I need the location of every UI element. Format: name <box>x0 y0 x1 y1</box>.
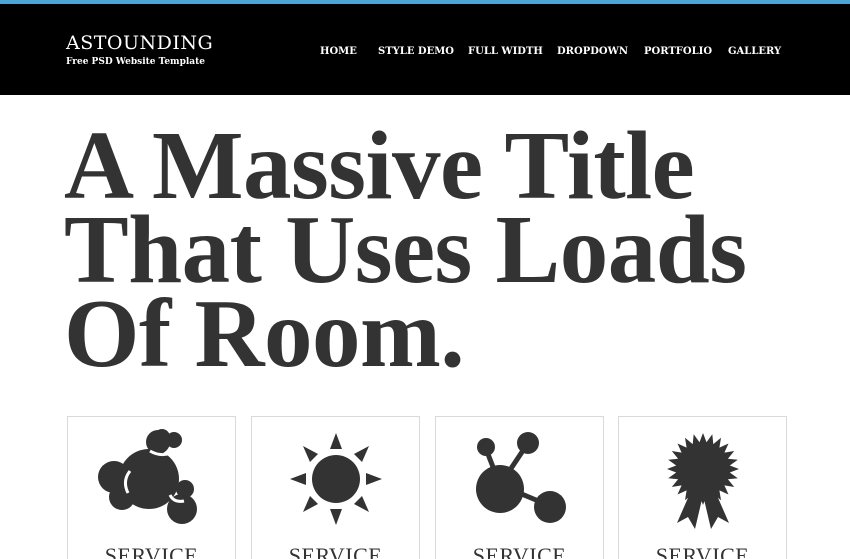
service-box[interactable]: SERVICE <box>251 416 420 559</box>
nav-item-portfolio[interactable]: PORTFOLIO <box>644 44 712 60</box>
service-label: SERVICE <box>472 543 567 559</box>
service-label: SERVICE <box>655 543 750 559</box>
service-box[interactable]: SERVICE <box>435 416 604 559</box>
main-nav: HOME STYLE DEMO FULL WIDTH DROPDOWN PORT… <box>0 44 850 60</box>
nav-item-full-width[interactable]: FULL WIDTH <box>468 44 543 60</box>
seal-starburst <box>667 433 739 505</box>
molecule-icon <box>460 429 580 529</box>
hero-title-line: Of Room. <box>64 280 465 387</box>
nav-item-home[interactable]: HOME <box>320 44 357 60</box>
nav-item-style-demo[interactable]: STYLE DEMO <box>378 44 454 60</box>
nav-item-dropdown[interactable]: DROPDOWN <box>557 44 628 60</box>
service-label: SERVICE <box>288 543 383 559</box>
blob-cluster-icon <box>92 429 212 529</box>
award-ribbon-icon <box>643 429 763 529</box>
site-header: ASTOUNDING Free PSD Website Template HOM… <box>0 4 850 95</box>
sun-icon <box>276 429 396 529</box>
service-box[interactable]: SERVICE <box>67 416 236 559</box>
service-box[interactable]: SERVICE <box>618 416 787 559</box>
hero-title: A Massive Title That Uses Loads Of Room. <box>64 117 824 387</box>
service-label: SERVICE <box>104 543 199 559</box>
nav-item-gallery[interactable]: GALLERY <box>728 44 781 60</box>
